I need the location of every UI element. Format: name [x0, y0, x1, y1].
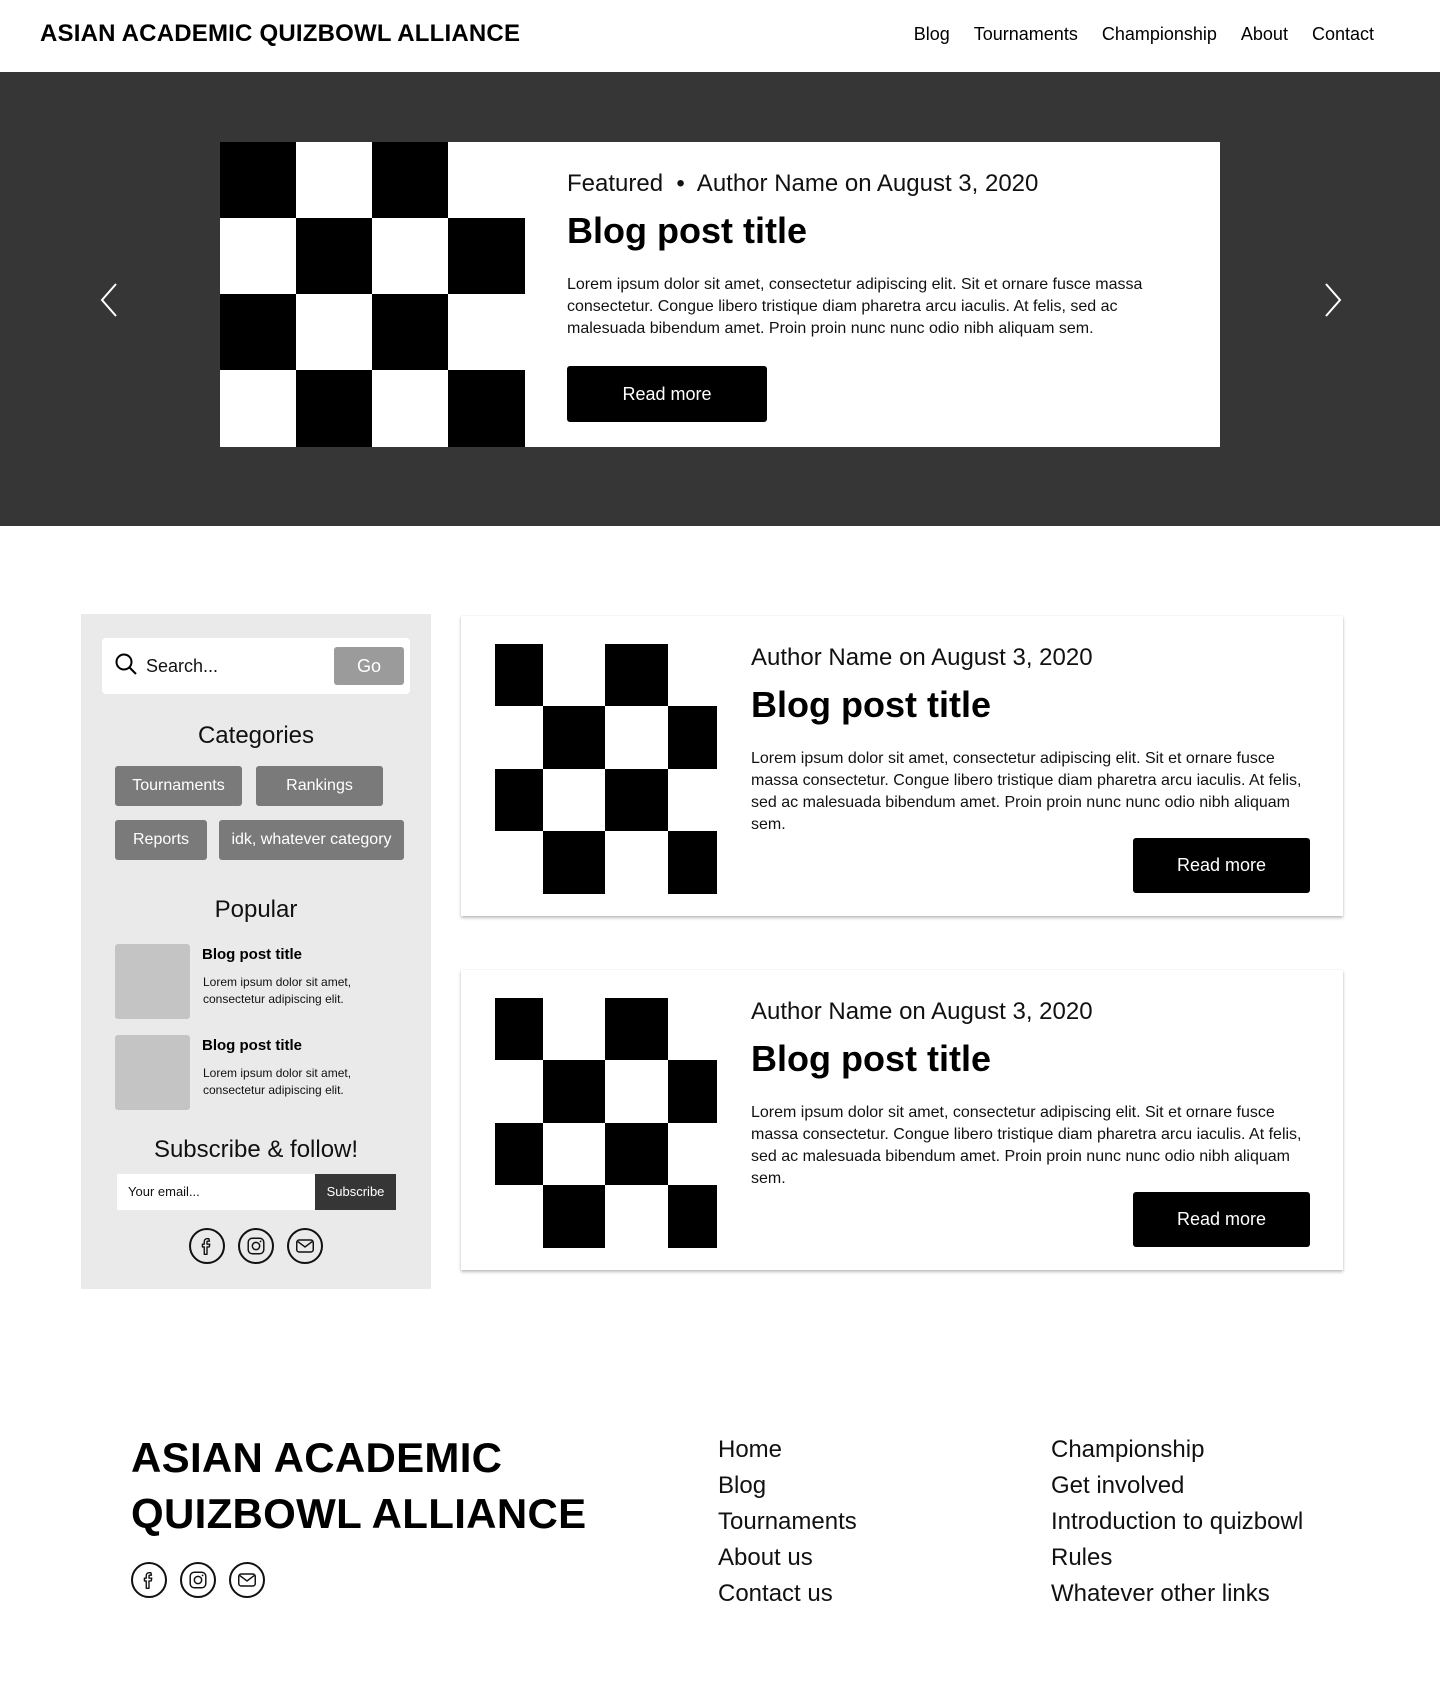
post-excerpt: Lorem ipsum dolor sit amet, consectetur … — [751, 750, 1302, 833]
post-title[interactable]: Blog post title — [751, 1038, 1311, 1080]
popular-post-excerpt: Lorem ipsum dolor sit amet, consectetur … — [203, 975, 352, 1006]
popular-post-excerpt: Lorem ipsum dolor sit amet, consectetur … — [203, 1066, 352, 1097]
featured-post-title[interactable]: Blog post title — [567, 210, 1167, 252]
popular-post[interactable]: Blog post title Lorem ipsum dolor sit am… — [115, 944, 405, 1019]
footer-link-other[interactable]: Whatever other links — [1051, 1576, 1303, 1612]
read-more-button[interactable]: Read more — [1133, 838, 1310, 893]
site-header: ASIAN ACADEMIC QUIZBOWL ALLIANCE Blog To… — [0, 0, 1440, 72]
facebook-icon[interactable] — [189, 1228, 225, 1264]
post-excerpt: Lorem ipsum dolor sit amet, consectetur … — [751, 1104, 1302, 1187]
footer-logo-line: QUIZBOWL ALLIANCE — [131, 1490, 587, 1537]
category-chip-reports[interactable]: Reports — [115, 820, 207, 860]
category-chip-rankings[interactable]: Rankings — [256, 766, 383, 806]
footer-link-rules[interactable]: Rules — [1051, 1540, 1303, 1576]
footer-link-contact[interactable]: Contact us — [718, 1576, 857, 1612]
chevron-left-icon[interactable] — [90, 280, 130, 320]
nav-blog[interactable]: Blog — [914, 24, 950, 45]
search-icon — [115, 653, 137, 675]
featured-post-excerpt: Lorem ipsum dolor sit amet, consectetur … — [567, 276, 1143, 337]
mail-icon[interactable] — [287, 1228, 323, 1264]
popular-post-title[interactable]: Blog post title — [202, 946, 302, 963]
nav-tournaments[interactable]: Tournaments — [974, 24, 1078, 45]
popular-heading: Popular — [214, 896, 298, 923]
featured-carousel: Featured • Author Name on August 3, 2020… — [0, 72, 1440, 526]
main-nav: Blog Tournaments Championship About Cont… — [914, 24, 1374, 45]
email-field[interactable]: Your email... — [117, 1174, 315, 1210]
footer-link-tournaments[interactable]: Tournaments — [718, 1504, 857, 1540]
post-image — [495, 644, 717, 894]
category-chip-other[interactable]: idk, whatever category — [219, 820, 404, 860]
instagram-icon[interactable] — [180, 1562, 216, 1598]
post-image — [495, 998, 717, 1248]
footer-logo: ASIAN ACADEMIC QUIZBOWL ALLIANCE — [131, 1430, 586, 1542]
search-input[interactable]: Search... — [146, 656, 218, 677]
popular-post[interactable]: Blog post title Lorem ipsum dolor sit am… — [115, 1035, 405, 1110]
post-card: Author Name on August 3, 2020 Blog post … — [461, 616, 1343, 916]
footer-link-intro-quizbowl[interactable]: Introduction to quizbowl — [1051, 1504, 1303, 1540]
footer-link-championship[interactable]: Championship — [1051, 1432, 1303, 1468]
footer-social-links — [131, 1562, 265, 1598]
footer-link-blog[interactable]: Blog — [718, 1468, 857, 1504]
footer-link-about[interactable]: About us — [718, 1540, 857, 1576]
popular-post-thumbnail — [115, 1035, 190, 1110]
footer-link-home[interactable]: Home — [718, 1432, 857, 1468]
sidebar: Search... Go Categories Tournaments Rank… — [81, 614, 431, 1289]
search-go-button[interactable]: Go — [334, 647, 404, 685]
footer-logo-line: ASIAN ACADEMIC — [131, 1434, 503, 1481]
read-more-button[interactable]: Read more — [1133, 1192, 1310, 1247]
categories-heading: Categories — [197, 722, 315, 749]
subscribe-heading: Subscribe & follow! — [153, 1136, 359, 1163]
featured-post-card: Featured • Author Name on August 3, 2020… — [220, 142, 1220, 447]
category-chip-tournaments[interactable]: Tournaments — [115, 766, 242, 806]
post-meta: Author Name on August 3, 2020 — [751, 644, 1093, 671]
nav-contact[interactable]: Contact — [1312, 24, 1374, 45]
subscribe-button[interactable]: Subscribe — [315, 1174, 396, 1210]
nav-about[interactable]: About — [1241, 24, 1288, 45]
chevron-right-icon[interactable] — [1312, 280, 1352, 320]
featured-read-more-button[interactable]: Read more — [567, 366, 767, 422]
featured-post-image — [220, 142, 525, 447]
footer-links-primary: Home Blog Tournaments About us Contact u… — [718, 1432, 857, 1612]
featured-post-meta: Featured • Author Name on August 3, 2020 — [567, 170, 1039, 197]
popular-post-thumbnail — [115, 944, 190, 1019]
sidebar-social-links — [189, 1228, 323, 1264]
facebook-icon[interactable] — [131, 1562, 167, 1598]
nav-championship[interactable]: Championship — [1102, 24, 1217, 45]
search-box[interactable]: Search... Go — [102, 638, 410, 694]
site-logo[interactable]: ASIAN ACADEMIC QUIZBOWL ALLIANCE — [40, 20, 520, 48]
popular-post-title[interactable]: Blog post title — [202, 1037, 302, 1054]
mail-icon[interactable] — [229, 1562, 265, 1598]
instagram-icon[interactable] — [238, 1228, 274, 1264]
post-card: Author Name on August 3, 2020 Blog post … — [461, 970, 1343, 1270]
post-title[interactable]: Blog post title — [751, 684, 1311, 726]
post-meta: Author Name on August 3, 2020 — [751, 998, 1093, 1025]
footer-links-secondary: Championship Get involved Introduction t… — [1051, 1432, 1303, 1612]
footer-link-get-involved[interactable]: Get involved — [1051, 1468, 1303, 1504]
